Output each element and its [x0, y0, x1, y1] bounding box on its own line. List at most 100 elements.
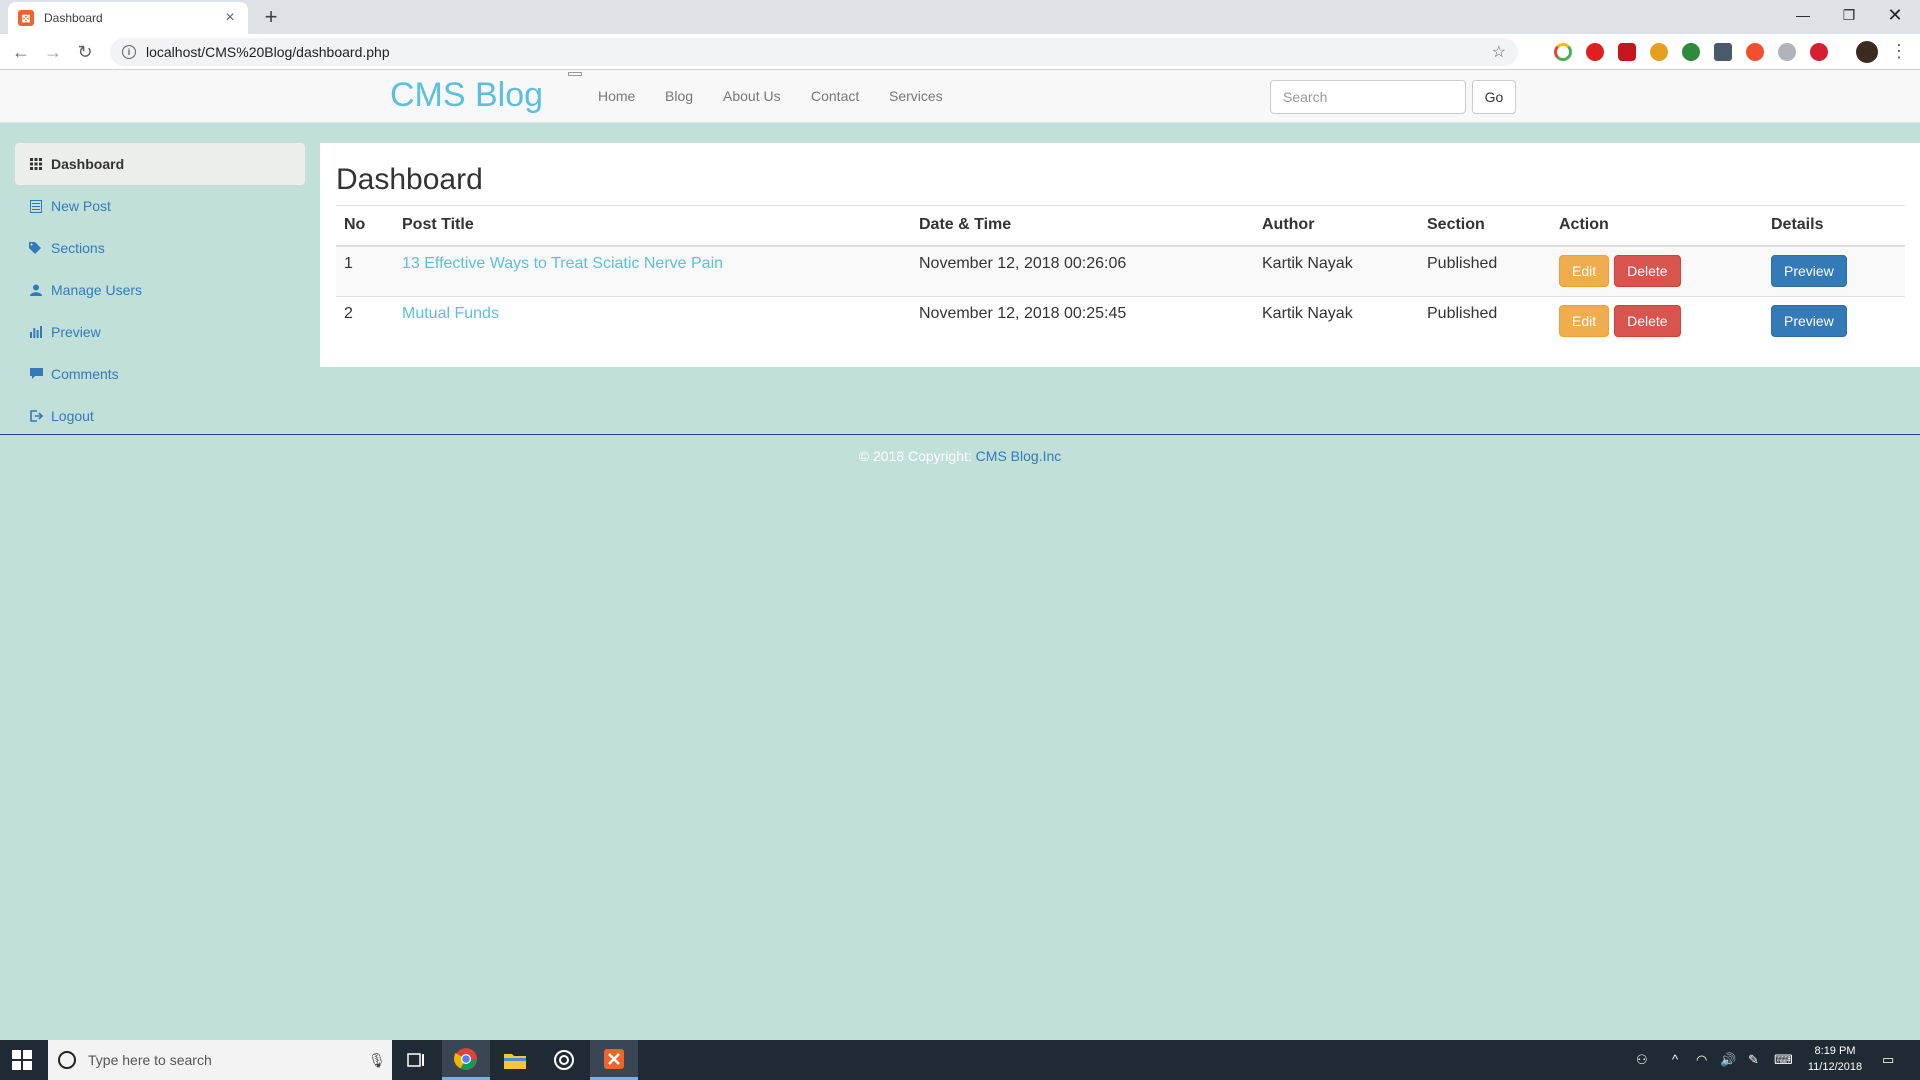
sidebar-item-preview[interactable]: Preview — [15, 311, 305, 353]
address-bar[interactable]: i localhost/CMS%20Blog/dashboard.php ☆ — [110, 38, 1518, 66]
sidebar-item-logout[interactable]: Logout — [15, 395, 305, 437]
preview-button[interactable]: Preview — [1771, 305, 1847, 337]
taskbar-clock[interactable]: 8:19 PM 11/12/2018 — [1800, 1043, 1870, 1075]
edit-button[interactable]: Edit — [1559, 254, 1610, 287]
post-title-link[interactable]: 13 Effective Ways to Treat Sciatic Nerve… — [402, 255, 723, 272]
cell-post-title: Mutual Funds — [394, 296, 911, 348]
forward-icon[interactable]: → — [42, 41, 64, 63]
file-explorer-icon[interactable] — [491, 1040, 539, 1080]
nav-blog[interactable]: Blog — [665, 88, 693, 104]
people-icon[interactable]: ⚇ — [1636, 1052, 1648, 1068]
preview-button[interactable]: Preview — [1771, 254, 1847, 287]
delete-button[interactable]: Delete — [1614, 305, 1681, 337]
action-center-icon[interactable]: ▭ — [1882, 1052, 1894, 1068]
site-navbar: CMS Blog Home Blog About Us Contact Serv… — [0, 70, 1920, 123]
cell-author: Kartik Nayak — [1254, 245, 1419, 297]
nav-home[interactable]: Home — [598, 88, 635, 104]
sidebar-item-new-post[interactable]: New Post — [15, 185, 305, 227]
main-panel: Dashboard No Post Title Date & Time Auth… — [320, 143, 1920, 367]
browser-toolbar: ← → ↻ i localhost/CMS%20Blog/dashboard.p… — [0, 34, 1920, 70]
extension-icon[interactable] — [1714, 43, 1732, 61]
delete-button[interactable]: Delete — [1614, 254, 1681, 287]
cell-date-time: November 12, 2018 00:26:06 — [911, 245, 1254, 297]
list-alt-icon — [29, 199, 43, 213]
microphone-icon[interactable]: 🎙 — [362, 1052, 392, 1069]
bookmark-star-icon[interactable]: ☆ — [1492, 42, 1506, 62]
cell-action: Edit Delete — [1551, 245, 1763, 297]
page-title: Dashboard — [336, 163, 483, 196]
taskbar-search-box[interactable]: Type here to search 🎙 — [48, 1040, 392, 1080]
keyboard-icon[interactable]: ⌨ — [1774, 1052, 1793, 1068]
footer-copyright: © 2018 Copyright: — [858, 448, 976, 464]
new-tab-icon[interactable]: + — [260, 6, 282, 28]
footer-divider — [0, 434, 1920, 435]
user-icon — [29, 283, 43, 297]
url-text[interactable]: localhost/CMS%20Blog/dashboard.php — [146, 44, 1492, 60]
cell-section: Published — [1419, 245, 1551, 297]
posts-table-container: No Post Title Date & Time Author Section… — [336, 205, 1905, 348]
minimize-icon[interactable]: — — [1780, 0, 1826, 30]
search-input[interactable] — [1270, 80, 1466, 114]
windows-start-icon[interactable] — [12, 1050, 32, 1070]
log-out-icon — [29, 409, 43, 423]
cell-no: 2 — [336, 296, 394, 348]
sidebar-item-label: Manage Users — [51, 282, 143, 298]
reload-icon[interactable]: ↻ — [74, 41, 96, 63]
opera-extension-icon[interactable] — [1586, 43, 1604, 61]
pen-icon[interactable]: ✎ — [1748, 1052, 1759, 1068]
show-hidden-icons-icon[interactable]: ^ — [1672, 1052, 1678, 1067]
column-header-date-time: Date & Time — [911, 205, 1254, 247]
extension-icon[interactable] — [1682, 43, 1700, 61]
equalizer-icon — [29, 325, 43, 339]
browser-tab[interactable]: ⊠ Dashboard × — [8, 2, 248, 34]
xampp-taskbar-icon[interactable] — [590, 1040, 638, 1080]
extension-icon[interactable] — [1554, 43, 1572, 61]
cortana-icon — [58, 1051, 76, 1069]
nav-contact[interactable]: Contact — [811, 88, 859, 104]
go-button[interactable]: Go — [1472, 80, 1516, 114]
cell-details: Preview — [1763, 245, 1905, 297]
column-header-details: Details — [1763, 205, 1905, 247]
posts-table: No Post Title Date & Time Author Section… — [336, 205, 1905, 348]
back-icon[interactable]: ← — [10, 41, 32, 63]
nav-about[interactable]: About Us — [723, 88, 781, 104]
profile-avatar[interactable] — [1856, 41, 1878, 63]
info-icon[interactable]: i — [122, 45, 136, 59]
column-header-no: No — [336, 205, 394, 247]
tab-title: Dashboard — [44, 11, 103, 25]
nav-services[interactable]: Services — [889, 88, 943, 104]
chrome-icon[interactable] — [442, 1040, 490, 1080]
adblock-icon[interactable] — [1618, 43, 1636, 61]
restore-icon[interactable]: ❐ — [1826, 0, 1872, 30]
xampp-icon: ⊠ — [18, 10, 34, 26]
cloud-extension-icon[interactable] — [1778, 43, 1796, 61]
navbar-toggle[interactable] — [568, 72, 582, 76]
post-title-link[interactable]: Mutual Funds — [402, 305, 499, 322]
comment-icon — [29, 367, 43, 381]
close-tab-icon[interactable]: × — [222, 9, 238, 27]
extension-icon[interactable] — [1650, 43, 1668, 61]
extension-icon[interactable] — [1746, 43, 1764, 61]
edit-button[interactable]: Edit — [1559, 305, 1610, 337]
column-header-action: Action — [1551, 205, 1763, 247]
footer: © 2018 Copyright: CMS Blog.Inc — [0, 448, 1920, 464]
site-brand[interactable]: CMS Blog — [390, 76, 543, 115]
sidebar-item-dashboard[interactable]: Dashboard — [15, 143, 305, 185]
cell-post-title: 13 Effective Ways to Treat Sciatic Nerve… — [394, 245, 911, 297]
app-circle-icon[interactable] — [540, 1040, 588, 1080]
sidebar-item-label: New Post — [51, 198, 111, 214]
sidebar-item-manage-users[interactable]: Manage Users — [15, 269, 305, 311]
task-view-icon[interactable] — [392, 1040, 440, 1080]
footer-company-link[interactable]: CMS Blog.Inc — [976, 448, 1062, 464]
clock-date: 11/12/2018 — [1807, 1061, 1863, 1073]
sidebar: Dashboard New Post Sections Manage Users… — [15, 143, 305, 437]
menu-icon[interactable]: ⋮ — [1890, 40, 1908, 62]
extension-icon[interactable] — [1810, 43, 1828, 61]
window-close-icon[interactable]: ✕ — [1872, 0, 1918, 30]
windows-taskbar: Type here to search 🎙 ⚇ ^ ◠ 🔊 ✎ ⌨ 8:19 P… — [0, 1040, 1920, 1080]
sidebar-item-comments[interactable]: Comments — [15, 353, 305, 395]
network-icon[interactable]: ◠ — [1696, 1052, 1707, 1068]
sidebar-item-sections[interactable]: Sections — [15, 227, 305, 269]
cell-no: 1 — [336, 245, 394, 297]
volume-icon[interactable]: 🔊 — [1720, 1052, 1736, 1068]
